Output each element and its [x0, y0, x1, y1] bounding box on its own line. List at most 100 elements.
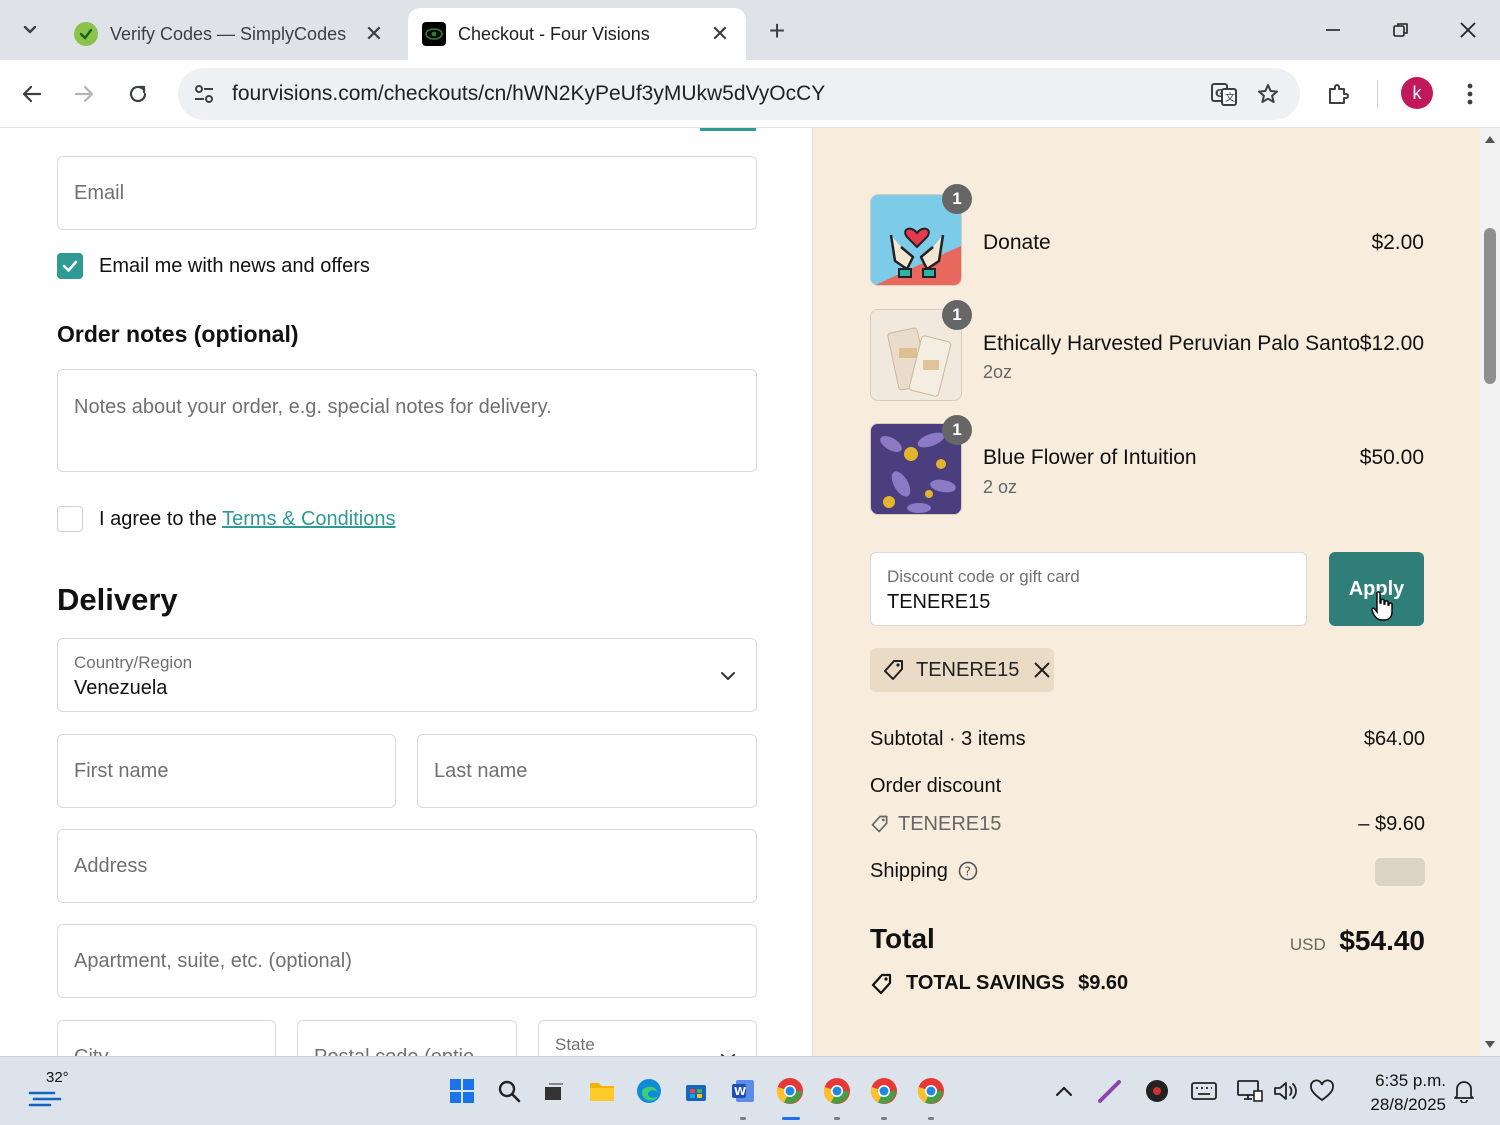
postal-code-field[interactable]: Postal code (optio: [297, 1020, 517, 1056]
last-name-placeholder: Last name: [434, 760, 528, 782]
chrome-profile-button[interactable]: [819, 1073, 855, 1109]
volume-button[interactable]: [1268, 1073, 1304, 1109]
tab-checkout[interactable]: Checkout - Four Visions ✕: [408, 8, 746, 60]
tag-icon: [871, 973, 892, 995]
shipping-row: Shipping ?: [870, 858, 1425, 886]
email-field[interactable]: Email: [57, 156, 757, 230]
tag-icon: [871, 815, 888, 833]
new-tab-button[interactable]: +: [760, 14, 794, 48]
svg-text:?: ?: [965, 865, 971, 879]
help-circle-icon[interactable]: ?: [958, 861, 978, 881]
bookmark-button[interactable]: [1246, 72, 1290, 116]
windows-logo-icon: [450, 1079, 474, 1103]
close-tab-icon[interactable]: ✕: [362, 21, 386, 46]
pointer-cursor-icon: [1371, 591, 1393, 621]
tab-strip: Verify Codes — SimplyCodes ✕ Checkout - …: [0, 0, 1500, 60]
edge-button[interactable]: [631, 1073, 667, 1109]
city-field[interactable]: City: [57, 1020, 276, 1056]
chrome-button[interactable]: [772, 1073, 808, 1109]
restore-icon: [1393, 23, 1408, 37]
tag-icon: [884, 660, 903, 680]
url-text[interactable]: fourvisions.com/checkouts/cn/hWN2KyPeUf3…: [232, 82, 1202, 106]
show-hidden-icons-button[interactable]: [1046, 1073, 1082, 1109]
store-button[interactable]: [678, 1073, 714, 1109]
address-field[interactable]: Address: [57, 829, 757, 903]
scroll-up-icon[interactable]: [1484, 134, 1496, 144]
folder-icon: [590, 1083, 614, 1101]
discount-code-row: TENERE15 – $9.60: [870, 813, 1425, 836]
login-link-underline[interactable]: [700, 128, 756, 131]
forward-button[interactable]: [64, 74, 104, 114]
apartment-field[interactable]: Apartment, suite, etc. (optional): [57, 924, 757, 998]
star-icon: [1258, 84, 1278, 103]
first-name-field[interactable]: First name: [57, 734, 396, 808]
discount-amount: – $9.60: [1358, 813, 1425, 835]
product-name: Blue Flower of Intuition: [983, 446, 1197, 469]
notifications-button[interactable]: [1446, 1073, 1482, 1109]
restore-button[interactable]: [1378, 10, 1424, 50]
browser-menu-button[interactable]: [1450, 74, 1490, 114]
profile-avatar[interactable]: k: [1401, 77, 1433, 109]
page-scrollbar[interactable]: [1480, 128, 1500, 1056]
country-value: Venezuela: [74, 677, 168, 699]
scrollbar-thumb[interactable]: [1484, 228, 1496, 384]
tray-heart-button[interactable]: [1304, 1073, 1340, 1109]
terms-link[interactable]: Terms & Conditions: [222, 508, 395, 530]
news-offers-label[interactable]: Email me with news and offers: [99, 255, 370, 278]
extensions-button[interactable]: [1318, 74, 1358, 114]
address-placeholder: Address: [74, 855, 148, 877]
order-notes-heading: Order notes (optional): [57, 321, 299, 347]
taskbar-search-button[interactable]: [491, 1073, 527, 1109]
reload-button[interactable]: [118, 74, 158, 114]
translate-button[interactable]: G文: [1202, 72, 1246, 116]
scroll-down-icon[interactable]: [1484, 1040, 1496, 1050]
chrome-profile-button[interactable]: [913, 1073, 949, 1109]
toolbar-divider: [1377, 80, 1378, 108]
clock[interactable]: 6:35 p.m. 28/8/2025: [1346, 1069, 1446, 1117]
order-discount-row: Order discount: [870, 775, 1425, 798]
close-window-button[interactable]: [1445, 10, 1491, 50]
order-notes-textarea[interactable]: Notes about your order, e.g. special not…: [57, 369, 757, 472]
chevron-down-icon: [721, 672, 735, 680]
close-tab-icon[interactable]: ✕: [708, 21, 732, 46]
country-select[interactable]: Country/Region Venezuela: [57, 638, 757, 712]
discount-value: TENERE15: [887, 591, 991, 613]
site-info-button[interactable]: [182, 72, 226, 116]
discount-code-field[interactable]: Discount code or gift card TENERE15: [870, 552, 1307, 626]
simplycodes-favicon-icon: [74, 22, 98, 46]
start-button[interactable]: [444, 1073, 480, 1109]
last-name-field[interactable]: Last name: [417, 734, 757, 808]
checkout-form: Email Email me with news and offers Orde…: [0, 128, 813, 1056]
remove-discount-icon[interactable]: [1033, 661, 1051, 679]
product-price: $2.00: [1371, 231, 1424, 254]
product-price: $12.00: [1359, 332, 1424, 355]
state-label: State: [555, 1035, 595, 1054]
tab-search-button[interactable]: [10, 12, 50, 48]
pen-tray-button[interactable]: [1092, 1073, 1128, 1109]
keyboard-button[interactable]: [1186, 1073, 1222, 1109]
browser-toolbar: fourvisions.com/checkouts/cn/hWN2KyPeUf3…: [0, 60, 1500, 128]
file-explorer-button[interactable]: [584, 1073, 620, 1109]
country-label: Country/Region: [74, 653, 193, 672]
chrome-profile-button[interactable]: [866, 1073, 902, 1109]
minimize-button[interactable]: [1310, 10, 1356, 50]
currency-code: USD: [1289, 935, 1326, 954]
product-name: Donate: [983, 231, 1051, 254]
state-select[interactable]: State: [538, 1020, 757, 1056]
task-view-button[interactable]: [536, 1073, 572, 1109]
address-bar[interactable]: fourvisions.com/checkouts/cn/hWN2KyPeUf3…: [178, 68, 1300, 120]
clock-time: 6:35 p.m.: [1375, 1071, 1446, 1090]
network-button[interactable]: [1232, 1073, 1268, 1109]
first-name-placeholder: First name: [74, 760, 169, 782]
tray-app-button[interactable]: [1139, 1073, 1175, 1109]
news-offers-checkbox[interactable]: [57, 253, 83, 279]
apartment-placeholder: Apartment, suite, etc. (optional): [74, 950, 352, 972]
tab-simplycodes[interactable]: Verify Codes — SimplyCodes ✕: [60, 8, 400, 60]
word-button[interactable]: W: [725, 1073, 761, 1109]
weather-widget[interactable]: 32°: [26, 1069, 86, 1115]
running-indicator: [740, 1117, 746, 1120]
terms-checkbox[interactable]: [57, 506, 83, 532]
windows-taskbar: 32° W 6:35 p.m. 28/8/2025: [0, 1056, 1500, 1125]
total-savings-row: TOTAL SAVINGS $9.60: [870, 972, 1425, 995]
back-button[interactable]: [12, 74, 52, 114]
